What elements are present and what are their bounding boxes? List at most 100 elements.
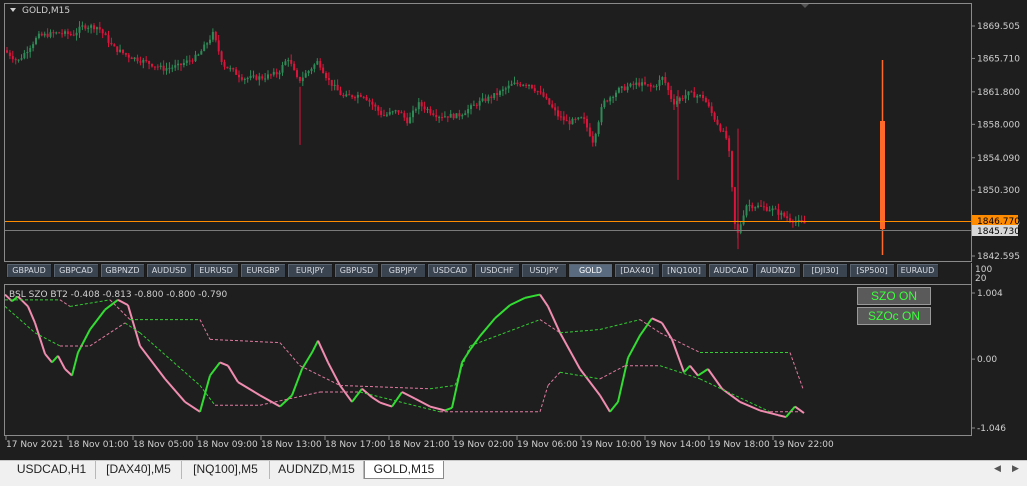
candle-body [507,85,510,89]
candle-body [426,108,429,110]
symbol-button-audusd[interactable]: AUDUSD [146,263,192,278]
price-tick-label: 1858.000 [977,120,1020,130]
candle-body [203,44,206,52]
tab-audnzd-m15[interactable]: AUDNZD,M15 [270,461,364,479]
symbol-button-gbpnzd[interactable]: GBPNZD [100,263,145,278]
price-spike-body [880,121,885,229]
candle-body [655,85,658,87]
tab-nq100-m5[interactable]: [NQ100],M5 [182,461,270,479]
candle-body [632,83,635,85]
candle-body [684,95,687,99]
candle-body [133,57,136,60]
candle-body [652,86,655,88]
candle-body [728,138,731,152]
symbol-button-gbpusd[interactable]: GBPUSD [334,263,379,278]
candle-body [78,26,81,33]
tab-scroll-right-icon[interactable]: ▶ [1012,463,1019,474]
candle-body [745,205,748,216]
candle-body [238,74,240,78]
candle-body [414,109,417,111]
candle-body [786,216,789,219]
candle-body [93,25,95,30]
scale-top-20: 20 [975,274,987,284]
szo-on-button[interactable]: SZO ON [857,287,931,305]
candle-body [58,32,61,34]
candle-body [464,113,467,116]
candle-body [49,32,52,37]
szoc-on-button[interactable]: SZOc ON [857,307,931,325]
candle-body [661,77,664,80]
symbol-button-euraud[interactable]: EURAUD [896,263,939,278]
candle-body [588,127,591,137]
candle-body [110,42,113,45]
symbol-button-nq100[interactable]: [NQ100] [661,263,707,278]
candle-body [72,34,75,36]
candle-body [612,96,615,98]
candle-body [559,116,562,118]
symbol-button-usdjpy[interactable]: USDJPY [521,263,567,278]
candle-body [316,61,319,65]
candle-body [673,98,675,105]
candle-body [629,83,632,87]
chart-tab-bar: USDCAD,H1 [DAX40],M5 [NQ100],M5 AUDNZD,M… [0,460,1027,486]
tab-gold-m15[interactable]: GOLD,M15 [364,461,444,479]
time-tick-label: 19 Nov 18:00 [709,440,770,450]
candle-body [789,218,791,221]
tab-usdcad-h1[interactable]: USDCAD,H1 [8,461,96,479]
symbol-button-dax40[interactable]: [DAX40] [614,263,660,278]
candle-body [423,106,426,110]
symbol-button-audnzd[interactable]: AUDNZD [755,263,801,278]
symbol-button-eurjpy[interactable]: EURJPY [287,263,333,278]
symbol-button-dji30[interactable]: [DJI30] [802,263,848,278]
candle-body [264,78,267,80]
candle-body [351,95,354,98]
candle-body [258,76,261,80]
candle-body [348,94,351,96]
candle-body [165,68,168,71]
tab-scroll-left-icon[interactable]: ◀ [994,463,1001,474]
candle-body [156,66,159,68]
symbol-button-gold[interactable]: GOLD [568,263,613,278]
candle-body [496,93,499,95]
candle-body [574,118,577,120]
symbol-button-gbpaud[interactable]: GBPAUD [6,263,52,278]
candle-body [148,61,151,64]
symbol-button-usdchf[interactable]: USDCHF [474,263,520,278]
symbol-button-eurusd[interactable]: EURUSD [193,263,239,278]
symbol-button-gbpjpy[interactable]: GBPJPY [380,263,426,278]
candle-body [124,53,127,55]
candle-body [269,74,272,76]
tab-dax40-m5[interactable]: [DAX40],M5 [96,461,182,479]
candle-body [591,136,594,143]
candle-body [75,32,78,36]
price-tick-label: 1854.090 [977,154,1020,164]
candle-body [98,27,101,30]
candle-body [623,86,626,91]
candle-body [449,113,452,118]
candle-body [87,27,90,29]
price-tick-label: 1861.800 [977,88,1020,98]
candle-body [66,31,69,35]
indicator-tick-label: 1.004 [977,289,1003,299]
symbol-button-gbpcad[interactable]: GBPCAD [53,263,99,278]
chart-canvas[interactable]: GOLD,M15 1869.505 1865.710 1861.800 1858.00… [0,0,1027,460]
candle-body [733,187,736,225]
symbol-button-audcad[interactable]: AUDCAD [708,263,754,278]
candle-body [122,49,124,54]
candle-body [565,120,568,122]
candle-body [278,72,281,75]
symbol-button-usdcad[interactable]: USDCAD [427,263,473,278]
candle-body [545,96,548,99]
symbol-button-sp500[interactable]: [SP500] [849,263,895,278]
candle-body [780,212,783,215]
symbol-button-eurgbp[interactable]: EURGBP [240,263,286,278]
candle-body [757,205,760,208]
candle-body [342,94,345,97]
candle-body [171,67,174,69]
price-tick-label: 1850.300 [977,186,1020,196]
candle-body [301,77,304,82]
candle-body [704,98,707,103]
candle-body [322,67,325,74]
candle-body [742,215,745,225]
candle-body [510,84,513,86]
